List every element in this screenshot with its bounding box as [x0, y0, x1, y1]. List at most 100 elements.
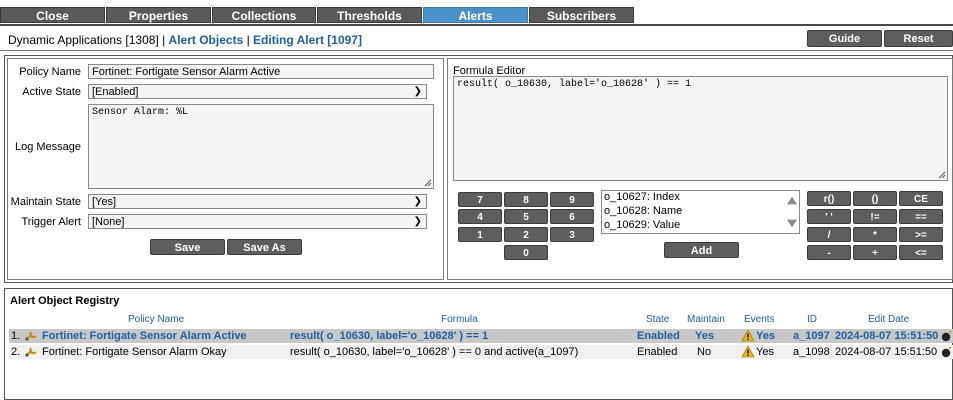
trigger-alert-select[interactable]: [None] ❯: [88, 214, 427, 229]
active-state-label: Active State: [22, 86, 81, 98]
bomb-icon[interactable]: [941, 346, 953, 358]
list-item[interactable]: o_10628: Name: [602, 205, 799, 219]
col-id[interactable]: ID: [807, 314, 817, 325]
maintain-state-select[interactable]: [Yes] ❯: [88, 194, 427, 209]
resize-grip-icon[interactable]: [938, 171, 946, 179]
list-scrollbar[interactable]: [785, 191, 799, 233]
col-state[interactable]: State: [646, 314, 669, 325]
op-equal[interactable]: ==: [899, 209, 943, 224]
key-4[interactable]: 4: [458, 209, 502, 224]
log-message-textarea[interactable]: Sensor Alarm: %L: [88, 104, 434, 189]
edit-date-cell: 2024-08-07 15:51:50: [835, 330, 939, 342]
trigger-alert-label: Trigger Alert: [21, 216, 81, 228]
op-clear[interactable]: CE: [899, 191, 943, 206]
key-5[interactable]: 5: [504, 209, 548, 224]
events-cell: Yes: [756, 330, 775, 342]
row-number: 2.: [11, 346, 21, 358]
formula-cell: result( o_10630, label='o_10628' ) == 0 …: [290, 346, 579, 358]
wrench-icon[interactable]: [24, 330, 38, 342]
resize-grip-icon[interactable]: [424, 179, 432, 187]
op-gte[interactable]: >=: [899, 227, 943, 242]
op-plus[interactable]: +: [853, 245, 897, 260]
chevron-down-icon: ❯: [413, 196, 422, 207]
tab-close[interactable]: Close: [0, 7, 105, 23]
op-quotes[interactable]: ' ': [807, 209, 851, 224]
log-message-label: Log Message: [14, 141, 81, 153]
key-0[interactable]: 0: [504, 245, 548, 260]
key-3[interactable]: 3: [550, 227, 594, 242]
key-8[interactable]: 8: [504, 192, 548, 207]
active-state-value: [Enabled]: [92, 86, 139, 98]
col-formula[interactable]: Formula: [441, 314, 478, 325]
tab-properties[interactable]: Properties: [106, 7, 211, 23]
tab-collections[interactable]: Collections: [212, 7, 316, 23]
maintain-cell: No: [697, 346, 712, 358]
breadcrumb-sep: |: [243, 33, 254, 47]
chevron-down-icon: ❯: [413, 86, 422, 97]
breadcrumb: Dynamic Applications [1308] | Alert Obje…: [8, 33, 362, 47]
id-cell: a_1097: [793, 330, 830, 342]
log-message-value: Sensor Alarm: %L: [92, 107, 189, 118]
guide-button[interactable]: Guide: [807, 30, 882, 47]
save-as-button[interactable]: Save As: [227, 239, 302, 255]
col-policy-name[interactable]: Policy Name: [128, 314, 184, 325]
state-cell: Enabled: [637, 346, 678, 358]
formula-value: result( o_10630, label='o_10628' ) == 1: [457, 79, 692, 90]
chevron-down-icon: ❯: [413, 216, 422, 227]
reset-button[interactable]: Reset: [884, 30, 953, 47]
table-row[interactable]: 2. Fortinet: Fortigate Sensor Alarm Okay…: [9, 345, 953, 359]
list-item[interactable]: o_10629: Value: [602, 219, 799, 233]
op-parens[interactable]: (): [853, 191, 897, 206]
table-row[interactable]: 1. Fortinet: Fortigate Sensor Alarm Acti…: [9, 329, 953, 343]
key-7[interactable]: 7: [458, 192, 502, 207]
maintain-state-label: Maintain State: [10, 196, 81, 208]
policy-name-label: Policy Name: [19, 66, 81, 78]
edit-date-cell: 2024-08-07 15:51:50: [835, 346, 938, 358]
key-6[interactable]: 6: [550, 209, 594, 224]
divider: [0, 50, 953, 51]
id-cell: a_1098: [793, 346, 830, 358]
formula-textarea[interactable]: result( o_10630, label='o_10628' ) == 1: [453, 76, 948, 181]
breadcrumb-alert-objects[interactable]: Alert Objects: [169, 33, 244, 47]
tab-underline: [0, 24, 953, 26]
breadcrumb-dynamic-apps[interactable]: Dynamic Applications [1308]: [8, 33, 159, 47]
registry-panel: [4, 288, 953, 400]
maintain-cell: Yes: [695, 330, 714, 342]
key-2[interactable]: 2: [504, 227, 548, 242]
state-cell: Enabled: [637, 330, 680, 342]
col-maintain[interactable]: Maintain: [687, 314, 725, 325]
tab-alerts[interactable]: Alerts: [423, 7, 528, 23]
col-edit-date[interactable]: Edit Date: [868, 314, 909, 325]
op-multiply[interactable]: *: [853, 227, 897, 242]
warning-icon: [741, 329, 755, 342]
add-button[interactable]: Add: [664, 242, 739, 258]
active-state-select[interactable]: [Enabled] ❯: [88, 84, 427, 99]
op-minus[interactable]: -: [807, 245, 851, 260]
save-button[interactable]: Save: [150, 239, 225, 255]
policy-name-link[interactable]: Fortinet: Fortigate Sensor Alarm Okay: [42, 345, 227, 359]
row-number: 1.: [11, 330, 21, 342]
key-1[interactable]: 1: [458, 227, 502, 242]
breadcrumb-editing-alert: Editing Alert [1097]: [253, 33, 362, 47]
op-not-equal[interactable]: !=: [853, 209, 897, 224]
formula-cell: result( o_10630, label='o_10628' ) == 1: [290, 330, 489, 342]
col-events[interactable]: Events: [744, 314, 775, 325]
tab-thresholds[interactable]: Thresholds: [317, 7, 422, 23]
tab-bar: Close Properties Collections Thresholds …: [0, 0, 953, 26]
events-cell: Yes: [756, 346, 774, 358]
policy-name-link[interactable]: Fortinet: Fortigate Sensor Alarm Active: [42, 329, 247, 343]
op-divide[interactable]: /: [807, 227, 851, 242]
breadcrumb-sep: |: [158, 33, 169, 47]
op-lte[interactable]: <=: [899, 245, 943, 260]
list-item[interactable]: o_10627: Index: [602, 191, 799, 205]
registry-title: Alert Object Registry: [10, 295, 120, 307]
wrench-icon[interactable]: [24, 346, 38, 358]
policy-name-input[interactable]: Fortinet: Fortigate Sensor Alarm Active: [88, 64, 434, 79]
op-r[interactable]: r(): [807, 191, 851, 206]
bomb-icon[interactable]: [941, 330, 953, 342]
warning-icon: [741, 345, 755, 358]
tab-subscribers[interactable]: Subscribers: [529, 7, 634, 23]
object-list[interactable]: o_10627: Index o_10628: Name o_10629: Va…: [601, 190, 800, 234]
key-9[interactable]: 9: [550, 192, 594, 207]
trigger-alert-value: [None]: [92, 216, 125, 228]
